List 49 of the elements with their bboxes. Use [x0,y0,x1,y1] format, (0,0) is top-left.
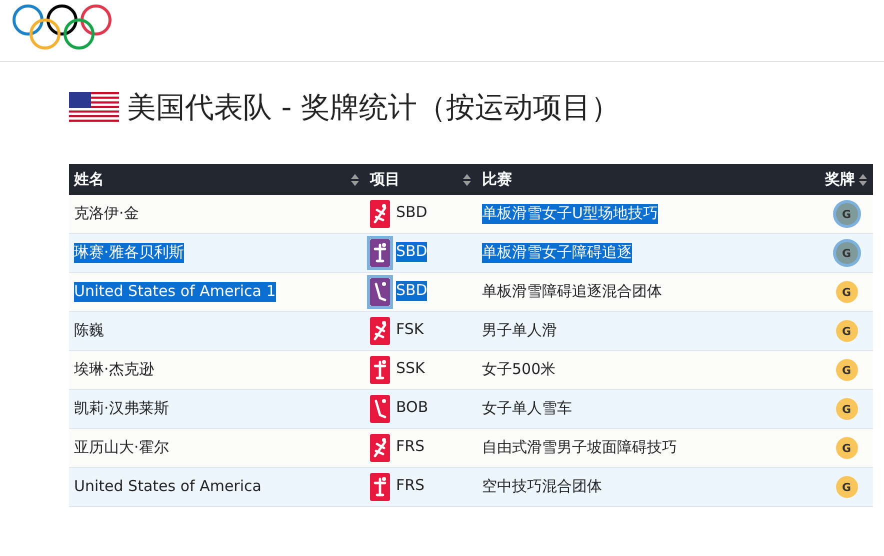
sort-icon[interactable] [859,174,867,186]
sport-code: BOB [396,398,428,418]
column-header[interactable]: 姓名 [74,170,104,189]
sport-pictogram-icon [370,317,390,345]
event-name: 自由式滑雪男子坡面障碍技巧 [482,438,677,458]
sport-pictogram-icon [370,434,390,462]
medal-badge: G [836,281,858,303]
medal-badge: G [836,398,858,420]
athlete-name: 凯莉·汉弗莱斯 [74,399,169,419]
sport-code: SBD [396,203,428,222]
sport-pictogram-icon [370,356,390,384]
sport-pictogram-icon [370,473,390,501]
sport-code: SBD [396,281,428,300]
page-title: 美国代表队 - 奖牌统计（按运动项目） [127,89,620,126]
sport-pictogram-icon [370,395,390,423]
event-name: 男子单人滑 [482,321,557,341]
sport-code: SBD [396,242,428,262]
sport-pictogram-icon [370,278,390,306]
event-name: 女子500米 [482,360,556,380]
event-name: 单板滑雪障碍追逐混合团体 [482,282,662,302]
sort-icon[interactable] [351,174,359,186]
sport-code: FSK [396,320,424,340]
flag-icon [69,92,119,124]
medal-badge: G [836,203,858,225]
sport-code: SSK [396,359,425,378]
column-header[interactable]: 比赛 [482,170,512,189]
sport-pictogram-icon [370,239,390,267]
column-header[interactable]: 奖牌 [825,170,855,189]
event-name: 单板滑雪女子U型场地技巧 [482,204,658,224]
athlete-name: 克洛伊·金 [74,204,139,224]
sport-code: FRS [396,437,425,456]
medal-badge: G [836,242,858,264]
athlete-name: 琳赛·雅各贝利斯 [74,243,184,263]
athlete-name: 亚历山大·霍尔 [74,438,169,458]
event-name: 女子单人雪车 [482,399,572,419]
medal-badge: G [836,320,858,342]
sport-code: FRS [396,476,425,496]
medal-badge: G [836,359,858,381]
sport-pictogram-icon [370,200,390,228]
event-name: 单板滑雪女子障碍追逐 [482,243,632,263]
medal-badge: G [836,476,858,498]
sort-icon[interactable] [463,174,471,186]
athlete-name: 埃琳·杰克逊 [74,360,154,380]
athlete-name: United States of America [74,477,262,497]
column-header[interactable]: 项目 [370,170,400,189]
event-name: 空中技巧混合团体 [482,477,602,497]
medal-badge: G [836,437,858,459]
athlete-name: 陈巍 [74,321,104,341]
athlete-name: United States of America 1 [74,282,276,302]
